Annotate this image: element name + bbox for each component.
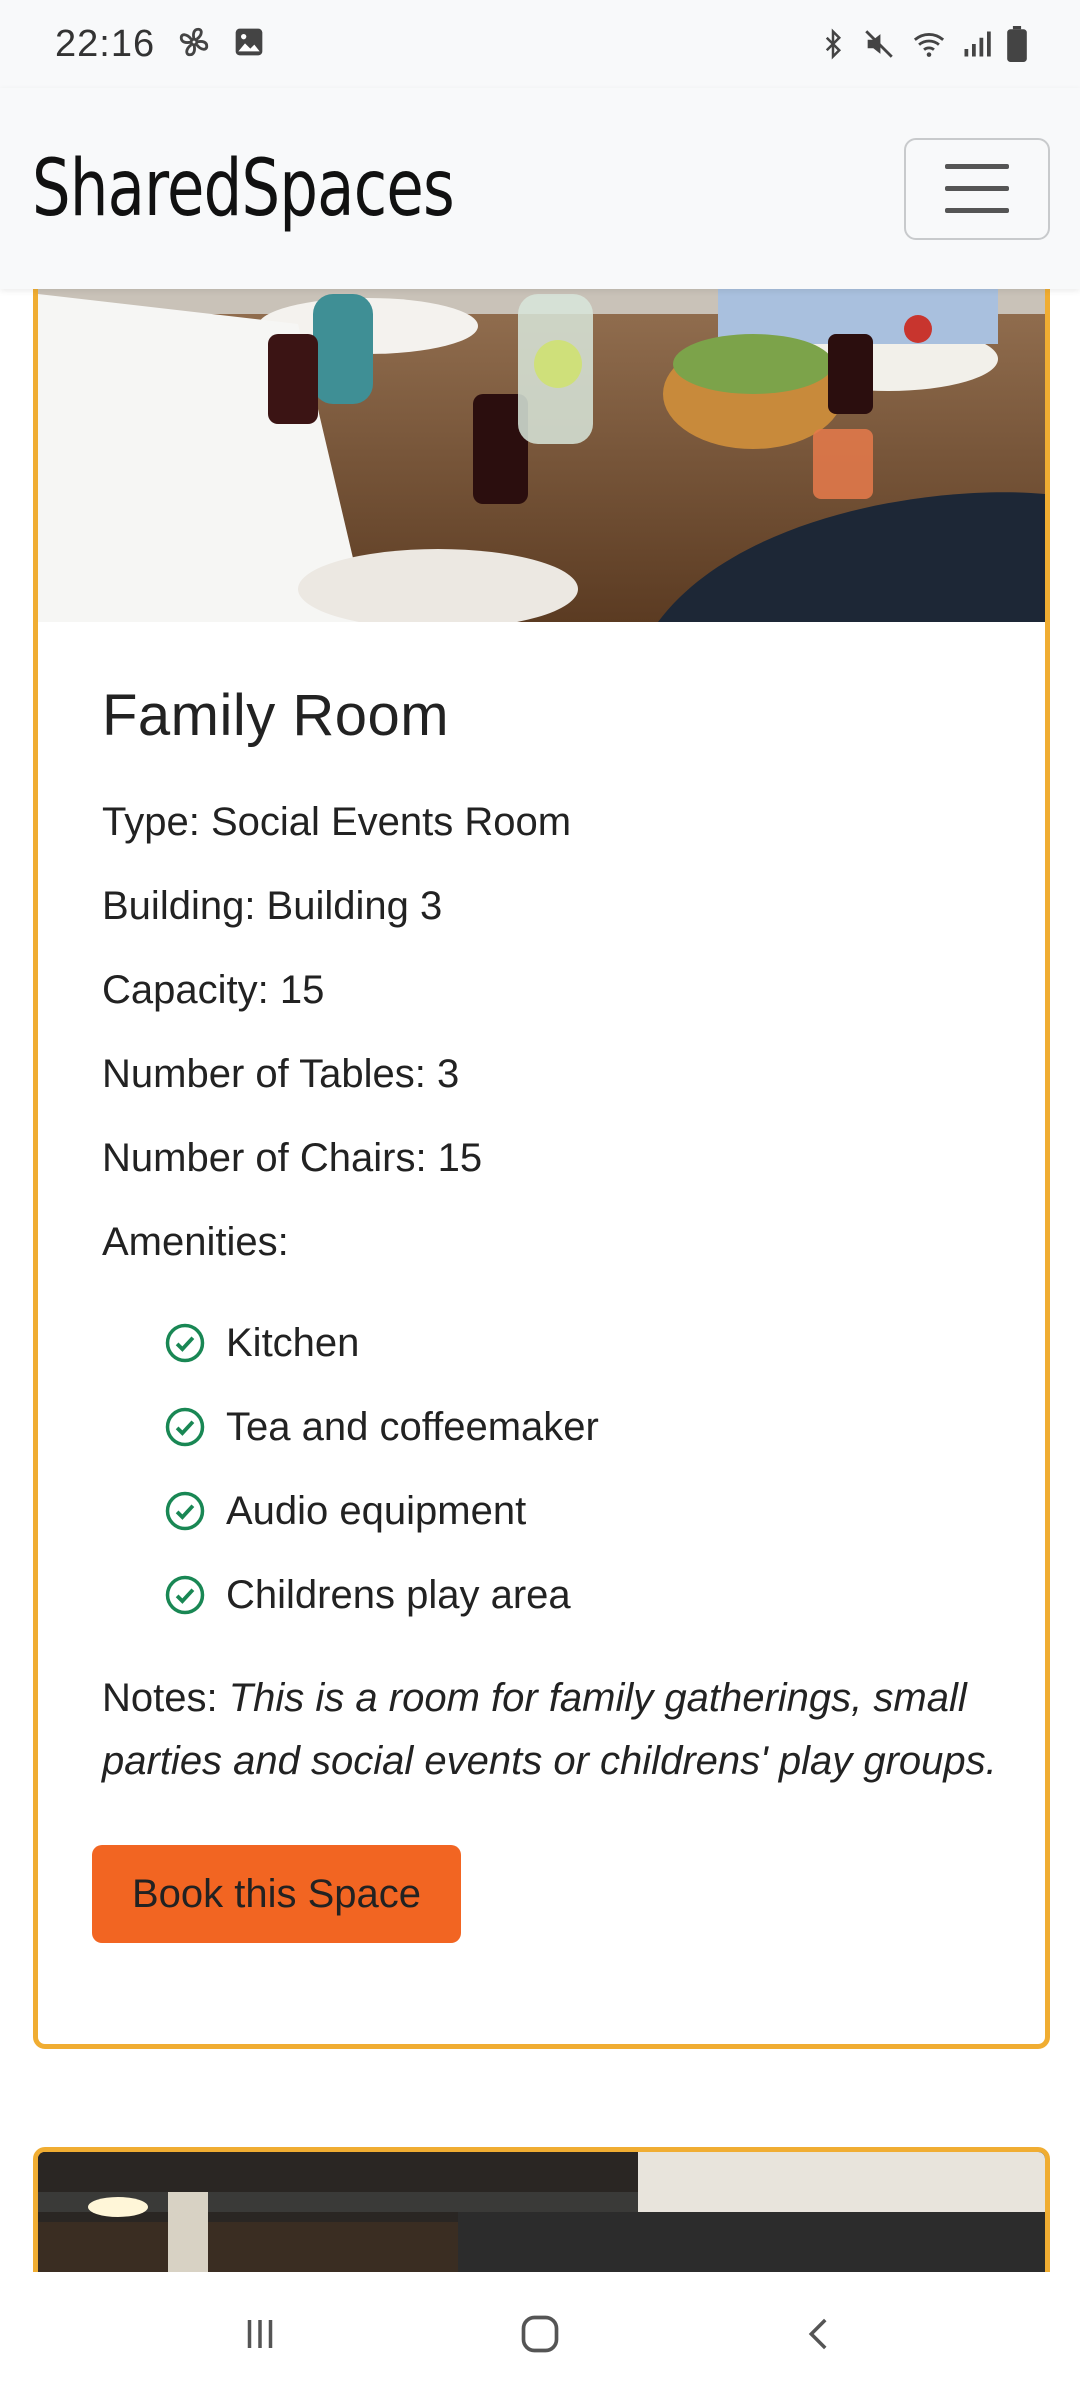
amenity-label: Kitchen: [226, 1320, 360, 1365]
brand-logo[interactable]: SharedSpaces: [32, 144, 455, 234]
room-card: [33, 2147, 1050, 2272]
status-bar: 22:16: [0, 0, 1080, 88]
room-image: [38, 2152, 1045, 2272]
room-building: Building: Building 3: [102, 884, 443, 928]
room-title: Family Room: [102, 683, 450, 748]
notes-text: This is a room for family gatherings, sm…: [102, 1676, 997, 1783]
room-capacity: Capacity: 15: [102, 968, 325, 1012]
list-item: Childrens play area: [164, 1553, 1045, 1637]
check-circle-icon: [165, 1575, 205, 1615]
bluetooth-icon: [818, 27, 848, 61]
notes-label: Notes:: [102, 1676, 218, 1720]
signal-icon: [962, 27, 992, 61]
amenity-label: Childrens play area: [226, 1572, 571, 1617]
image-icon: [233, 26, 265, 63]
wifi-icon: [910, 27, 948, 61]
book-space-button[interactable]: Book this Space: [92, 1845, 461, 1943]
back-icon[interactable]: [799, 2313, 841, 2360]
room-notes: Notes: This is a room for family gatheri…: [102, 1667, 1002, 1793]
home-icon[interactable]: [518, 2312, 562, 2361]
room-card-body: Family Room Type: Social Events Room Bui…: [38, 622, 1045, 1943]
battery-icon: [1006, 26, 1028, 62]
list-item: Audio equipment: [164, 1469, 1045, 1553]
amenities-list: Kitchen Tea and coffeemaker Audio equipm…: [102, 1301, 1045, 1637]
check-circle-icon: [165, 1491, 205, 1531]
check-circle-icon: [165, 1323, 205, 1363]
navbar-toggle-button[interactable]: [904, 137, 1050, 240]
amenities-label: Amenities:: [102, 1220, 289, 1264]
recents-icon[interactable]: [239, 2313, 281, 2360]
room-type: Type: Social Events Room: [102, 800, 572, 844]
check-circle-icon: [165, 1407, 205, 1447]
list-item: Tea and coffeemaker: [164, 1385, 1045, 1469]
mute-icon: [862, 27, 896, 61]
list-item: Kitchen: [164, 1301, 1045, 1385]
page-content[interactable]: Family Room Type: Social Events Room Bui…: [0, 289, 1080, 2272]
room-chairs: Number of Chairs: 15: [102, 1136, 483, 1180]
amenity-label: Audio equipment: [226, 1488, 527, 1533]
amenity-label: Tea and coffeemaker: [226, 1404, 599, 1449]
system-nav-bar: [0, 2272, 1080, 2400]
fan-icon: [177, 25, 211, 64]
hamburger-icon-bar: [945, 208, 1009, 213]
room-card: Family Room Type: Social Events Room Bui…: [33, 289, 1050, 2049]
room-tables: Number of Tables: 3: [102, 1052, 460, 1096]
navbar: SharedSpaces: [0, 88, 1080, 289]
hamburger-icon-bar: [945, 186, 1009, 191]
hamburger-icon-bar: [945, 164, 1009, 169]
room-image: [38, 289, 1045, 622]
status-time: 22:16: [55, 22, 156, 65]
